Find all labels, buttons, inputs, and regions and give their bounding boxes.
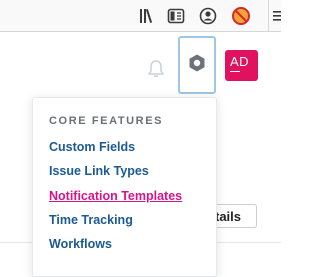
menu-item-issue-link-types[interactable]: Issue Link Types xyxy=(49,164,149,178)
details-button-label: tails xyxy=(215,209,242,224)
menu-item-time-tracking[interactable]: Time Tracking xyxy=(49,213,133,227)
account-icon[interactable] xyxy=(198,6,218,26)
library-icon[interactable] xyxy=(138,6,158,26)
blocked-extension-icon[interactable] xyxy=(231,6,251,26)
bell-icon[interactable] xyxy=(145,58,167,80)
reader-view-icon[interactable] xyxy=(166,6,186,26)
menu-item-workflows[interactable]: Workflows xyxy=(49,237,112,251)
avatar[interactable]: AD xyxy=(225,50,258,81)
menu-item-notification-templates[interactable]: Notification Templates xyxy=(49,189,182,203)
browser-toolbar xyxy=(0,0,281,32)
settings-hexagon-icon xyxy=(187,53,207,78)
menu-icon[interactable] xyxy=(270,6,281,26)
menu-item-custom-fields[interactable]: Custom Fields xyxy=(49,140,135,154)
settings-button[interactable] xyxy=(178,36,216,94)
menu-heading: CORE FEATURES xyxy=(49,115,164,127)
toolbar-divider xyxy=(268,0,269,31)
avatar-initials: AD xyxy=(230,54,250,69)
settings-dropdown-menu: CORE FEATURES Custom Fields Issue Link T… xyxy=(32,97,217,277)
